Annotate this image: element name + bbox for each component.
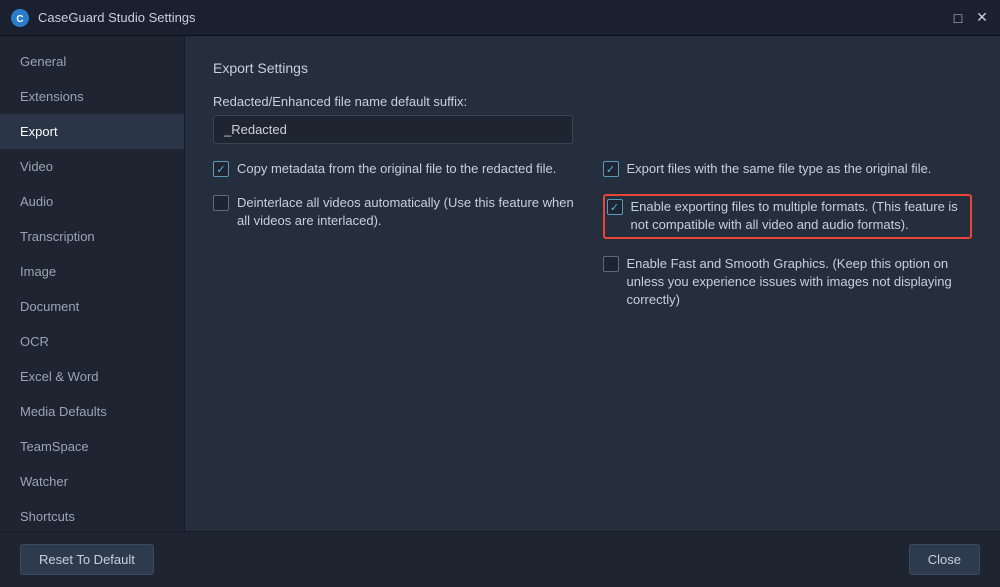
- checkbox-label-same-filetype: Export files with the same file type as …: [627, 160, 932, 178]
- reset-button[interactable]: Reset To Default: [20, 544, 154, 575]
- checkbox-label-copy-metadata: Copy metadata from the original file to …: [237, 160, 556, 178]
- section-title: Export Settings: [213, 60, 972, 76]
- svg-text:C: C: [16, 14, 23, 25]
- sidebar-item-transcription[interactable]: Transcription: [0, 219, 184, 254]
- sidebar-item-document[interactable]: Document: [0, 289, 184, 324]
- sidebar-item-general[interactable]: General: [0, 44, 184, 79]
- content-area: Export Settings Redacted/Enhanced file n…: [185, 36, 1000, 531]
- sidebar-item-teamspace[interactable]: TeamSpace: [0, 429, 184, 464]
- checkbox-row-same-filetype: Export files with the same file type as …: [603, 160, 973, 178]
- sidebar-item-image[interactable]: Image: [0, 254, 184, 289]
- checkbox-multiple-formats[interactable]: [607, 199, 623, 215]
- checkbox-copy-metadata[interactable]: [213, 161, 229, 177]
- suffix-input[interactable]: [213, 115, 573, 144]
- close-window-button[interactable]: ✕: [974, 10, 990, 26]
- close-button[interactable]: Close: [909, 544, 980, 575]
- suffix-row: Redacted/Enhanced file name default suff…: [213, 94, 972, 144]
- sidebar-item-extensions[interactable]: Extensions: [0, 79, 184, 114]
- sidebar-item-watcher[interactable]: Watcher: [0, 464, 184, 499]
- checkbox-row-multiple-formats: Enable exporting files to multiple forma…: [607, 198, 969, 234]
- main-layout: GeneralExtensionsExportVideoAudioTranscr…: [0, 36, 1000, 531]
- sidebar: GeneralExtensionsExportVideoAudioTranscr…: [0, 36, 185, 531]
- sidebar-item-media-defaults[interactable]: Media Defaults: [0, 394, 184, 429]
- highlight-box: Enable exporting files to multiple forma…: [603, 194, 973, 238]
- title-bar-controls: □ ✕: [950, 10, 990, 26]
- checkbox-row-fast-graphics: Enable Fast and Smooth Graphics. (Keep t…: [603, 255, 973, 310]
- checkbox-label-deinterlace: Deinterlace all videos automatically (Us…: [237, 194, 583, 230]
- title-bar-text: CaseGuard Studio Settings: [38, 10, 950, 25]
- title-bar: C CaseGuard Studio Settings □ ✕: [0, 0, 1000, 36]
- checkbox-label-fast-graphics: Enable Fast and Smooth Graphics. (Keep t…: [627, 255, 973, 310]
- checkbox-same-filetype[interactable]: [603, 161, 619, 177]
- suffix-label: Redacted/Enhanced file name default suff…: [213, 94, 573, 109]
- checkbox-deinterlace[interactable]: [213, 195, 229, 211]
- sidebar-item-audio[interactable]: Audio: [0, 184, 184, 219]
- options-grid: Copy metadata from the original file to …: [213, 160, 972, 309]
- bottom-bar: Reset To Default Close: [0, 531, 1000, 587]
- checkbox-fast-graphics[interactable]: [603, 256, 619, 272]
- sidebar-item-export[interactable]: Export: [0, 114, 184, 149]
- checkbox-row-copy-metadata: Copy metadata from the original file to …: [213, 160, 583, 178]
- sidebar-item-ocr[interactable]: OCR: [0, 324, 184, 359]
- sidebar-item-video[interactable]: Video: [0, 149, 184, 184]
- options-left-column: Copy metadata from the original file to …: [213, 160, 583, 309]
- sidebar-item-shortcuts[interactable]: Shortcuts: [0, 499, 184, 531]
- checkbox-label-multiple-formats: Enable exporting files to multiple forma…: [631, 198, 969, 234]
- minimize-button[interactable]: □: [950, 10, 966, 26]
- sidebar-item-excel-word[interactable]: Excel & Word: [0, 359, 184, 394]
- app-logo-icon: C: [10, 8, 30, 28]
- options-right-column: Export files with the same file type as …: [603, 160, 973, 309]
- checkbox-row-deinterlace: Deinterlace all videos automatically (Us…: [213, 194, 583, 230]
